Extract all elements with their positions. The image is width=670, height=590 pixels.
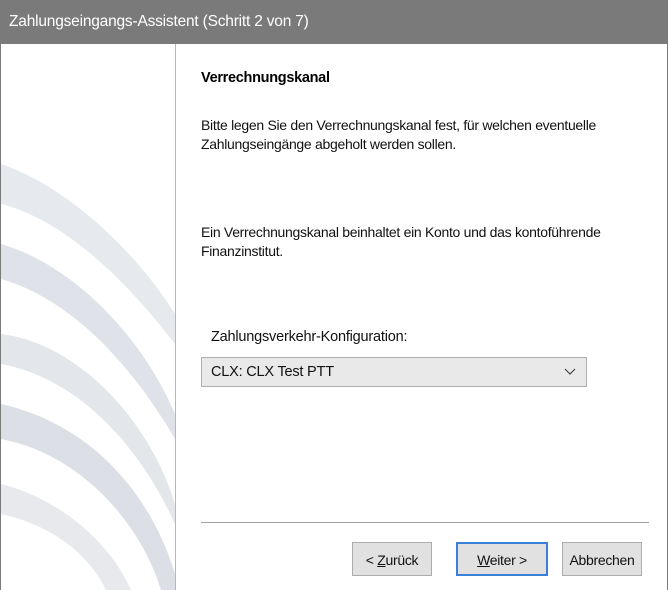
- chevron-down-icon: [564, 368, 576, 375]
- back-button[interactable]: < Zurück: [352, 542, 432, 576]
- config-select[interactable]: CLX: CLX Test PTT: [201, 357, 587, 387]
- swoosh-decoration: [1, 164, 175, 590]
- wizard-content: Verrechnungskanal Bitte legen Sie den Ve…: [201, 44, 649, 590]
- title-bar[interactable]: Zahlungseingangs-Assistent (Schritt 2 vo…: [1, 0, 667, 44]
- sidebar-decoration: [1, 44, 176, 590]
- next-button[interactable]: Weiter >: [456, 542, 548, 576]
- separator: [201, 522, 649, 524]
- config-label: Zahlungsverkehr-Konfiguration:: [211, 329, 408, 345]
- window-title: Zahlungseingangs-Assistent (Schritt 2 vo…: [9, 13, 309, 30]
- page-heading: Verrechnungskanal: [201, 70, 330, 86]
- wizard-window: Zahlungseingangs-Assistent (Schritt 2 vo…: [0, 0, 668, 590]
- info-text: Ein Verrechnungskanal beinhaltet ein Kon…: [201, 224, 601, 259]
- config-select-value: CLX: CLX Test PTT: [211, 364, 334, 380]
- cancel-button[interactable]: Abbrechen: [562, 542, 642, 576]
- intro-text: Bitte legen Sie den Verrechnungskanal fe…: [201, 117, 597, 152]
